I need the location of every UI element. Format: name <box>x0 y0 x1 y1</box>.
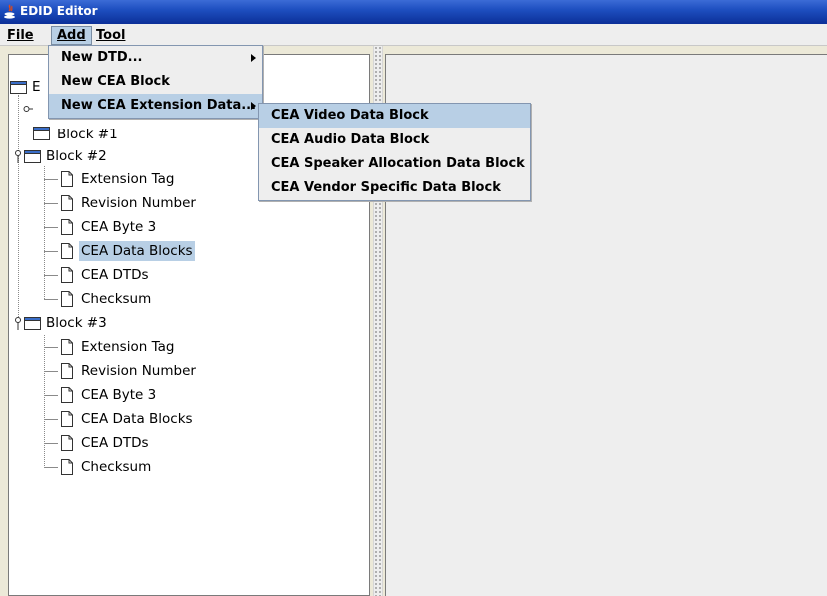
menu-item-cea-video-data-block[interactable]: CEA Video Data Block <box>259 104 530 128</box>
tree-item-selected[interactable]: CEA Data Blocks <box>9 241 259 261</box>
tree-item-label: CEA DTDs <box>81 267 149 283</box>
file-icon <box>61 195 73 211</box>
window-title: EDID Editor <box>20 4 98 18</box>
tree-root-label: E <box>32 79 41 95</box>
tree-block-1-row[interactable]: Block #1 <box>33 123 153 143</box>
menu-item-label: New CEA Extension Data... <box>61 98 257 113</box>
title-bar: EDID Editor <box>0 0 827 24</box>
menu-add[interactable]: Add <box>51 26 92 45</box>
expand-toggle-icon <box>15 150 21 163</box>
menu-item-cea-speaker-allocation-data-block[interactable]: CEA Speaker Allocation Data Block <box>259 152 530 176</box>
file-icon <box>61 459 73 475</box>
folder-icon <box>10 81 27 94</box>
java-app-icon <box>4 4 15 19</box>
file-icon <box>61 435 73 451</box>
menu-item-label: New DTD... <box>61 50 143 65</box>
file-icon <box>61 339 73 355</box>
file-icon <box>61 171 73 187</box>
menu-bar: File Add Tool <box>0 24 827 46</box>
submenu-arrow-icon <box>251 54 256 62</box>
tree-item[interactable]: CEA Byte 3 <box>9 217 259 237</box>
tree-item[interactable]: CEA DTDs <box>9 433 259 453</box>
tree-item-label: CEA Byte 3 <box>81 219 157 235</box>
folder-icon <box>33 127 50 140</box>
tree-item-label: Checksum <box>81 459 152 475</box>
tree-item[interactable]: Checksum <box>9 457 259 477</box>
menu-item-new-cea-block[interactable]: New CEA Block <box>49 70 262 94</box>
menu-item-label: CEA Audio Data Block <box>271 132 430 147</box>
tree-item-label: CEA Data Blocks <box>79 241 195 261</box>
tree-item-label: CEA Byte 3 <box>81 387 157 403</box>
menu-item-cea-audio-data-block[interactable]: CEA Audio Data Block <box>259 128 530 152</box>
menu-item-cea-vendor-specific-data-block[interactable]: CEA Vendor Specific Data Block <box>259 176 530 200</box>
tree-item[interactable]: Revision Number <box>9 361 259 381</box>
file-icon <box>61 411 73 427</box>
tree-item-label: Extension Tag <box>81 339 175 355</box>
tree-item[interactable]: Revision Number <box>9 193 259 213</box>
menu-item-label: CEA Vendor Specific Data Block <box>271 180 501 195</box>
file-icon <box>61 219 73 235</box>
cea-extension-submenu: CEA Video Data Block CEA Audio Data Bloc… <box>258 103 531 201</box>
tree-block-2-label: Block #2 <box>46 148 107 164</box>
tree-block-3-label: Block #3 <box>46 315 107 331</box>
tree-item[interactable]: Extension Tag <box>9 169 259 189</box>
collapse-toggle-icon <box>23 106 33 112</box>
expand-toggle-icon <box>15 317 21 330</box>
tree-item-label: CEA Data Blocks <box>81 411 193 427</box>
tree-item[interactable]: Extension Tag <box>9 337 259 357</box>
tree-item-label: CEA DTDs <box>81 435 149 451</box>
menu-item-new-cea-extension-data[interactable]: New CEA Extension Data... <box>49 94 262 118</box>
tree-item-label: Checksum <box>81 291 152 307</box>
tree-block-3[interactable]: Block #3 <box>9 313 209 333</box>
tree-item[interactable]: CEA DTDs <box>9 265 259 285</box>
file-icon <box>61 243 73 259</box>
folder-open-icon <box>24 150 41 163</box>
file-icon <box>61 363 73 379</box>
tree-block-2[interactable]: Block #2 <box>9 146 209 166</box>
menu-item-new-dtd[interactable]: New DTD... <box>49 46 262 70</box>
menu-item-label: CEA Speaker Allocation Data Block <box>271 156 525 171</box>
menu-file[interactable]: File <box>2 26 39 45</box>
add-menu-popup: New DTD... New CEA Block New CEA Extensi… <box>48 45 263 119</box>
tree-item-label: Revision Number <box>81 195 196 211</box>
tree-block-1-label: Block #1 <box>57 129 118 139</box>
file-icon <box>61 267 73 283</box>
file-icon <box>61 291 73 307</box>
tree-item[interactable]: Checksum <box>9 289 259 309</box>
tree-item-label: Revision Number <box>81 363 196 379</box>
tree-item-label: Extension Tag <box>81 171 175 187</box>
file-icon <box>61 387 73 403</box>
menu-tool[interactable]: Tool <box>91 26 130 45</box>
menu-item-label: CEA Video Data Block <box>271 108 429 123</box>
tree-item[interactable]: CEA Byte 3 <box>9 385 259 405</box>
submenu-arrow-icon <box>251 102 256 110</box>
menu-item-label: New CEA Block <box>61 74 170 89</box>
tree-item[interactable]: CEA Data Blocks <box>9 409 259 429</box>
folder-open-icon <box>24 317 41 330</box>
